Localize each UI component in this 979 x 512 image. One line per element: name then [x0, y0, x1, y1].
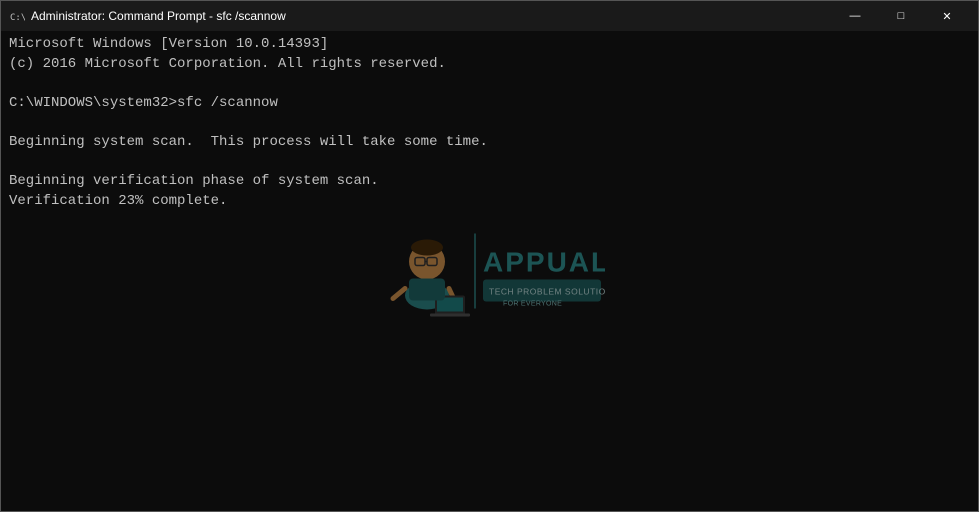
cmd-window: C:\ Administrator: Command Prompt - sfc … — [0, 0, 979, 512]
title-bar-controls: — □ ✕ — [832, 1, 970, 31]
terminal-line: C:\WINDOWS\system32>sfc /scannow — [9, 94, 970, 114]
terminal-line — [9, 113, 970, 133]
terminal-line: Verification 23% complete. — [9, 192, 970, 212]
terminal-body[interactable]: Microsoft Windows [Version 10.0.14393](c… — [1, 31, 978, 511]
terminal-line — [9, 153, 970, 173]
title-bar-text: Administrator: Command Prompt - sfc /sca… — [31, 9, 832, 23]
svg-text:TECH PROBLEM SOLUTIONS: TECH PROBLEM SOLUTIONS — [489, 287, 605, 297]
minimize-button[interactable]: — — [832, 1, 878, 31]
title-bar: C:\ Administrator: Command Prompt - sfc … — [1, 1, 978, 31]
svg-text:APPUALS: APPUALS — [483, 247, 605, 278]
terminal-line: Beginning verification phase of system s… — [9, 172, 970, 192]
watermark: APPUALS TECH PROBLEM SOLUTIONS FOR EVERY… — [375, 224, 605, 319]
svg-text:FOR EVERYONE: FOR EVERYONE — [503, 301, 562, 308]
close-button[interactable]: ✕ — [924, 1, 970, 31]
terminal-output: Microsoft Windows [Version 10.0.14393](c… — [9, 35, 970, 211]
terminal-line: Beginning system scan. This process will… — [9, 133, 970, 153]
terminal-line: (c) 2016 Microsoft Corporation. All righ… — [9, 55, 970, 75]
terminal-line: Microsoft Windows [Version 10.0.14393] — [9, 35, 970, 55]
svg-text:C:\: C:\ — [10, 13, 25, 23]
maximize-button[interactable]: □ — [878, 1, 924, 31]
terminal-line — [9, 74, 970, 94]
window-icon: C:\ — [9, 8, 25, 24]
